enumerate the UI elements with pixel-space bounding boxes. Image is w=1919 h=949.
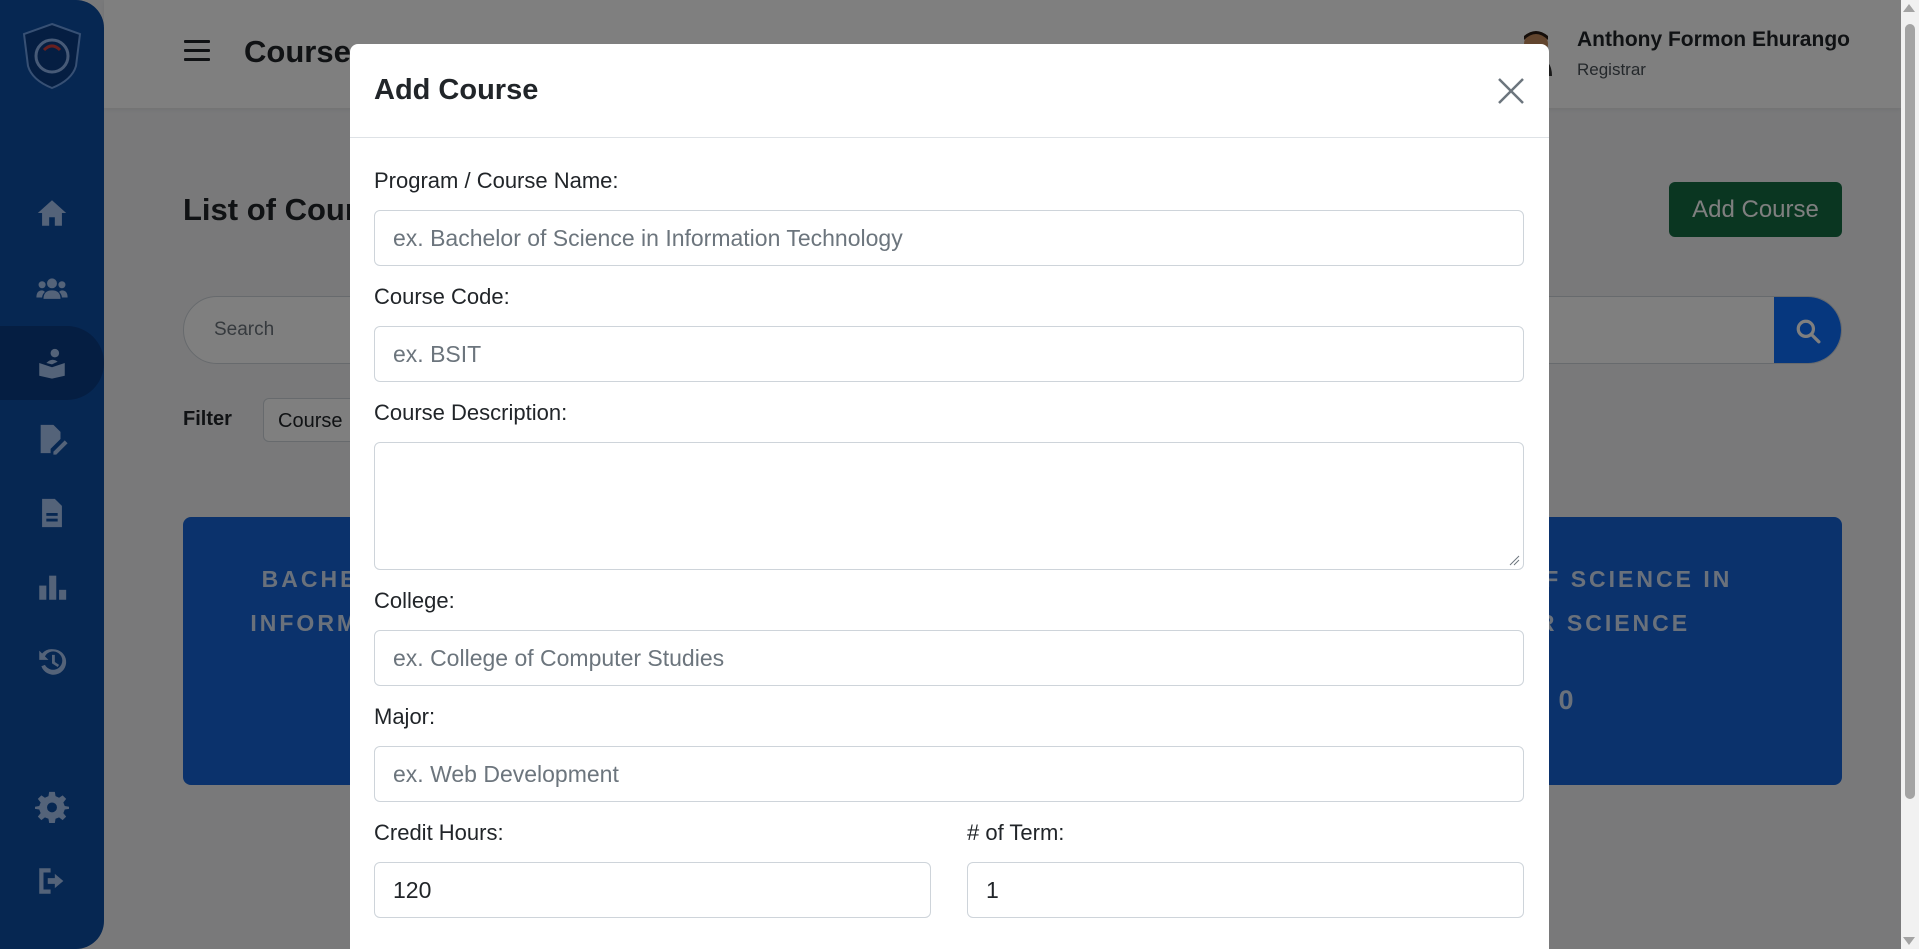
scroll-up-arrow-icon[interactable] (1903, 4, 1915, 12)
scrollbar[interactable] (1901, 0, 1919, 949)
credit-hours-value: 120 (393, 876, 432, 903)
course-code-input[interactable]: ex. BSIT (374, 326, 1524, 382)
course-code-placeholder: ex. BSIT (393, 340, 482, 367)
college-placeholder: ex. College of Computer Studies (393, 644, 725, 671)
credit-hours-label: Credit Hours: (374, 820, 504, 845)
major-input[interactable]: ex. Web Development (374, 746, 1524, 802)
college-label: College: (374, 588, 455, 613)
modal-title: Add Course (374, 74, 539, 106)
course-code-label: Course Code: (374, 284, 510, 309)
major-label: Major: (374, 704, 436, 729)
num-terms-label: # of Term: (967, 820, 1065, 845)
close-icon[interactable] (1496, 76, 1526, 106)
resize-grip-icon[interactable] (1508, 554, 1520, 566)
num-terms-input[interactable]: 1 (967, 862, 1524, 918)
modal-header: Add Course (350, 44, 1549, 138)
num-terms-value: 1 (986, 876, 999, 903)
program-name-label: Program / Course Name: (374, 168, 619, 193)
credit-hours-input[interactable]: 120 (374, 862, 931, 918)
course-description-label: Course Description: (374, 400, 568, 425)
add-course-modal: Add Course Program / Course Name: ex. Ba… (350, 44, 1549, 949)
college-input[interactable]: ex. College of Computer Studies (374, 630, 1524, 686)
scroll-down-arrow-icon[interactable] (1903, 937, 1915, 945)
course-description-textarea[interactable] (374, 442, 1524, 570)
program-name-placeholder: ex. Bachelor of Science in Information T… (393, 224, 903, 251)
program-name-input[interactable]: ex. Bachelor of Science in Information T… (374, 210, 1524, 266)
major-placeholder: ex. Web Development (393, 760, 619, 787)
scrollbar-thumb[interactable] (1905, 24, 1915, 799)
